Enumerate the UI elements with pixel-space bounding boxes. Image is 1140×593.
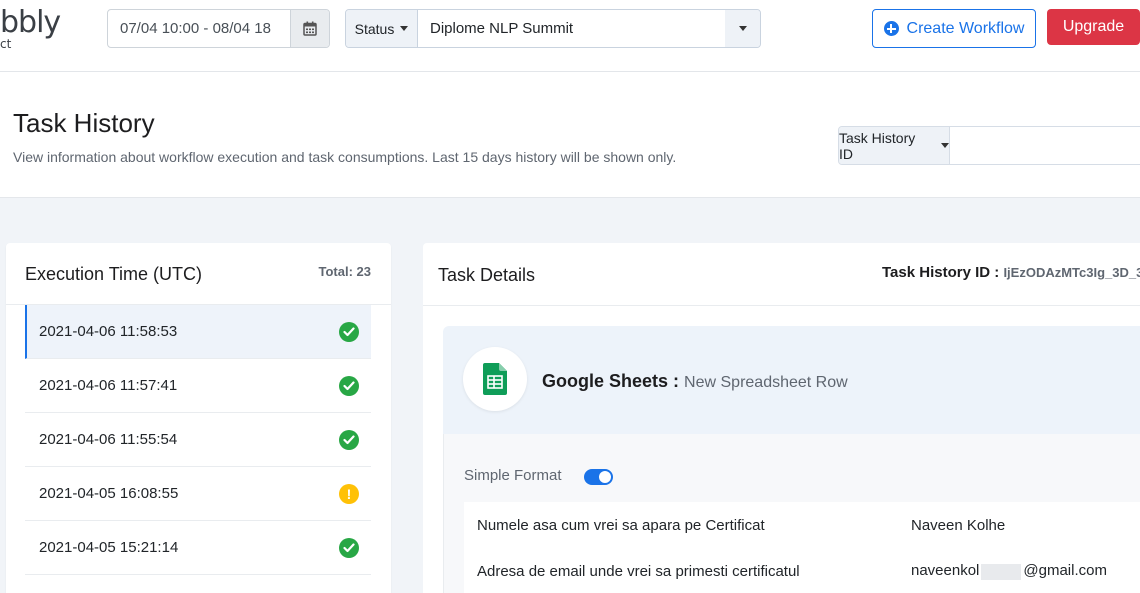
- field-value: naveenkol @gmail.com: [911, 562, 1107, 580]
- execution-row[interactable]: 2021-04-06 11:55:54: [25, 413, 371, 467]
- top-bar: bbly ct 07/04 10:00 - 08/04 18 Status Di…: [0, 0, 1140, 72]
- search-type-label: Task History ID: [839, 129, 916, 162]
- date-range-picker[interactable]: 07/04 10:00 - 08/04 18: [107, 9, 330, 48]
- execution-total: Total: 23: [318, 264, 372, 279]
- caret-down-icon: [400, 26, 409, 31]
- trigger-app-card[interactable]: Google Sheets : New Spreadsheet Row: [443, 326, 1140, 434]
- page-subtitle: View information about workflow executio…: [13, 149, 677, 165]
- status-filter: Status Diplome NLP Summit: [345, 9, 761, 48]
- workflow-select-toggle[interactable]: [725, 10, 760, 47]
- execution-list-title: Execution Time (UTC): [25, 264, 203, 284]
- email-prefix: naveenkol: [911, 562, 980, 580]
- app-logo[interactable]: bbly ct: [0, 5, 61, 51]
- response-field-row: Numele asa cum vrei sa apara pe Certific…: [464, 502, 1140, 548]
- create-workflow-button[interactable]: Create Workflow: [872, 9, 1036, 48]
- execution-time: 2021-04-05 16:08:55: [39, 485, 179, 502]
- task-history-id-label: Task History ID :: [882, 264, 1000, 281]
- execution-time: 2021-04-06 11:57:41: [39, 377, 178, 394]
- execution-list: 2021-04-06 11:58:53 2021-04-06 11:57:41 …: [25, 305, 371, 575]
- task-details-title: Task Details: [438, 265, 536, 285]
- caret-down-icon: [738, 26, 747, 31]
- success-check-icon: [339, 321, 359, 342]
- workflow-select[interactable]: Diplome NLP Summit: [418, 10, 725, 47]
- status-label: Status: [354, 20, 395, 37]
- plus-circle-icon: [883, 21, 899, 36]
- success-check-icon: [339, 375, 359, 396]
- response-data-area: Simple Format Numele asa cum vrei sa apa…: [443, 434, 1140, 593]
- logo-main: bbly: [0, 5, 61, 40]
- calendar-icon: [303, 21, 317, 36]
- google-sheets-logo: [463, 347, 527, 411]
- field-key: Adresa de email unde vrei sa primesti ce…: [477, 562, 800, 580]
- execution-list-header: Execution Time (UTC) Total: 23: [6, 243, 391, 305]
- execution-time: 2021-04-05 15:21:14: [39, 539, 179, 556]
- success-check-icon: [339, 537, 359, 558]
- google-sheets-icon: [483, 363, 507, 395]
- simple-format-label: Simple Format: [464, 467, 562, 484]
- execution-time: 2021-04-06 11:55:54: [39, 431, 178, 448]
- execution-row[interactable]: 2021-04-05 16:08:55 !: [25, 467, 371, 521]
- execution-row[interactable]: 2021-04-06 11:58:53: [25, 305, 371, 359]
- field-key: Numele asa cum vrei sa apara pe Certific…: [477, 516, 765, 534]
- execution-time: 2021-04-06 11:58:53: [39, 323, 178, 340]
- simple-format-toggle[interactable]: [584, 469, 613, 485]
- task-history-id-value: IjEzODAzMTc3Ig_3D_3: [1003, 265, 1140, 280]
- task-details-header: Task Details Task History ID : IjEzODAzM…: [423, 243, 1140, 306]
- page-header: Task History View information about work…: [0, 72, 1140, 198]
- create-workflow-label: Create Workflow: [906, 19, 1025, 37]
- response-field-row: Adresa de email unde vrei sa primesti ce…: [464, 548, 1140, 593]
- task-history-search: Task History ID: [838, 126, 1140, 165]
- upgrade-button[interactable]: Upgrade: [1047, 9, 1140, 45]
- caret-down-icon: [941, 143, 949, 148]
- execution-row[interactable]: 2021-04-06 11:57:41: [25, 359, 371, 413]
- app-name: Google Sheets :: [542, 371, 680, 391]
- search-type-dropdown[interactable]: Task History ID: [839, 127, 950, 164]
- task-details-panel: Task Details Task History ID : IjEzODAzM…: [423, 243, 1140, 593]
- status-dropdown-button[interactable]: Status: [346, 10, 418, 47]
- task-history-id-input[interactable]: [950, 127, 1140, 164]
- field-value: Naveen Kolhe: [911, 516, 1006, 534]
- email-suffix: @gmail.com: [1023, 562, 1107, 580]
- execution-row[interactable]: 2021-04-05 15:21:14: [25, 521, 371, 575]
- calendar-button[interactable]: [290, 10, 329, 47]
- trigger-name: New Spreadsheet Row: [684, 374, 848, 391]
- task-history-id: Task History ID : IjEzODAzMTc3Ig_3D_3: [882, 264, 1140, 281]
- page-title: Task History: [13, 108, 155, 138]
- warning-exclamation-icon: !: [339, 483, 359, 504]
- success-check-icon: [339, 429, 359, 450]
- date-range-input[interactable]: 07/04 10:00 - 08/04 18: [108, 10, 290, 47]
- redacted-block: [981, 563, 1022, 580]
- execution-list-panel: Execution Time (UTC) Total: 23 2021-04-0…: [6, 243, 391, 593]
- trigger-app-name: Google Sheets : New Spreadsheet Row: [542, 371, 848, 392]
